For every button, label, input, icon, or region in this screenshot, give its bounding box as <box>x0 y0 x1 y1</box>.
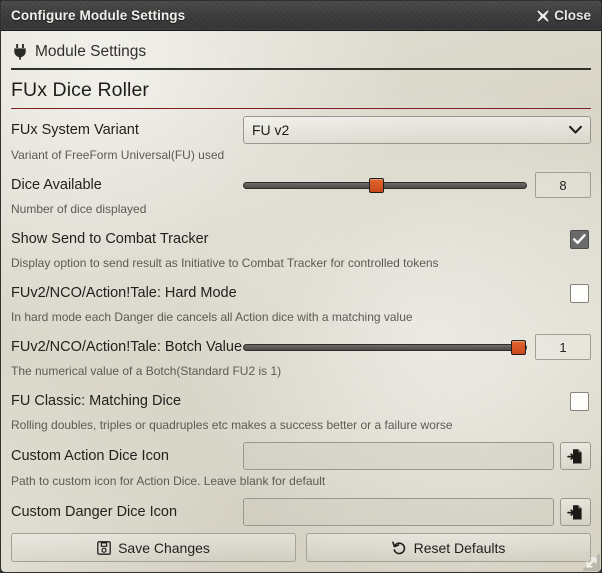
action-dice-file-picker-button[interactable] <box>560 442 591 470</box>
tab-module-settings[interactable]: Module Settings <box>11 39 591 70</box>
resize-handle-icon <box>586 557 597 568</box>
setting-label: Dice Available <box>11 177 102 193</box>
close-label: Close <box>554 8 591 23</box>
module-heading: FUx Dice Roller <box>11 79 591 109</box>
configure-module-settings-window: Configure Module Settings Close Module S… <box>0 0 602 573</box>
dice-available-value[interactable]: 8 <box>535 172 591 198</box>
setting-fux-system-variant: FUx System Variant FU v2 Variant of Free… <box>11 109 591 163</box>
setting-label: Custom Action Dice Icon <box>11 448 169 464</box>
setting-label: Show Send to Combat Tracker <box>11 231 209 247</box>
setting-notes: Display option to send result as Initiat… <box>11 256 439 270</box>
setting-label: FUv2/NCO/Action!Tale: Hard Mode <box>11 285 237 301</box>
setting-notes: In hard mode each Danger die cancels all… <box>11 310 413 324</box>
dialog-footer: Save Changes Reset Defaults <box>1 526 601 572</box>
floppy-disk-icon <box>97 540 111 555</box>
reset-defaults-button[interactable]: Reset Defaults <box>306 533 591 562</box>
setting-label: FUx System Variant <box>11 122 139 138</box>
botch-value-slider[interactable] <box>243 337 527 357</box>
tab-label: Module Settings <box>35 43 147 60</box>
setting-custom-action-dice-icon: Custom Action Dice Icon Path to custom i… <box>11 435 591 489</box>
custom-action-dice-icon-input[interactable] <box>243 442 554 470</box>
plug-icon <box>13 44 28 60</box>
hard-mode-checkbox[interactable] <box>570 283 589 303</box>
close-button[interactable]: Close <box>537 8 591 23</box>
setting-notes: Path to custom icon for Action Dice. Lea… <box>11 474 326 488</box>
setting-show-send-to-combat-tracker: Show Send to Combat Tracker Display opti… <box>11 219 591 271</box>
file-picker-icon <box>567 504 582 519</box>
settings-scroll-area[interactable]: FUx Dice Roller FUx System Variant FU v2 <box>11 70 591 526</box>
save-changes-label: Save Changes <box>118 539 210 556</box>
setting-label: FUv2/NCO/Action!Tale: Botch Value <box>11 339 243 355</box>
dice-available-slider[interactable] <box>243 175 527 195</box>
reset-defaults-label: Reset Defaults <box>413 539 506 556</box>
setting-label: FU Classic: Matching Dice <box>11 393 182 409</box>
window-resize-handle[interactable] <box>583 554 600 571</box>
window-title-bar[interactable]: Configure Module Settings Close <box>1 1 601 31</box>
window-content: Module Settings FUx Dice Roller FUx Syst… <box>1 31 601 526</box>
setting-label: Custom Danger Dice Icon <box>11 504 178 520</box>
setting-botch-value: FUv2/NCO/Action!Tale: Botch Value 1 The … <box>11 327 591 379</box>
setting-hard-mode: FUv2/NCO/Action!Tale: Hard Mode In hard … <box>11 273 591 325</box>
fux-system-variant-select[interactable]: FU v2 <box>243 116 591 144</box>
show-send-to-combat-tracker-checkbox[interactable] <box>570 229 589 249</box>
window-title: Configure Module Settings <box>11 8 186 23</box>
setting-matching-dice: FU Classic: Matching Dice Rolling double… <box>11 381 591 433</box>
undo-arrow-icon <box>391 541 407 555</box>
save-changes-button[interactable]: Save Changes <box>11 533 296 562</box>
setting-dice-available: Dice Available 8 Number of dice displaye… <box>11 165 591 217</box>
setting-custom-danger-dice-icon: Custom Danger Dice Icon <box>11 491 591 526</box>
close-icon <box>537 9 549 22</box>
setting-notes: Rolling doubles, triples or quadruples e… <box>11 418 453 432</box>
danger-dice-file-picker-button[interactable] <box>560 498 591 526</box>
setting-notes: Number of dice displayed <box>11 202 147 216</box>
setting-notes: Variant of FreeForm Universal(FU) used <box>11 148 225 162</box>
matching-dice-checkbox[interactable] <box>570 391 589 411</box>
setting-notes: The numerical value of a Botch(Standard … <box>11 364 282 378</box>
botch-value-value[interactable]: 1 <box>535 334 591 360</box>
check-icon <box>573 233 586 244</box>
file-picker-icon <box>567 448 582 463</box>
custom-danger-dice-icon-input[interactable] <box>243 498 554 526</box>
